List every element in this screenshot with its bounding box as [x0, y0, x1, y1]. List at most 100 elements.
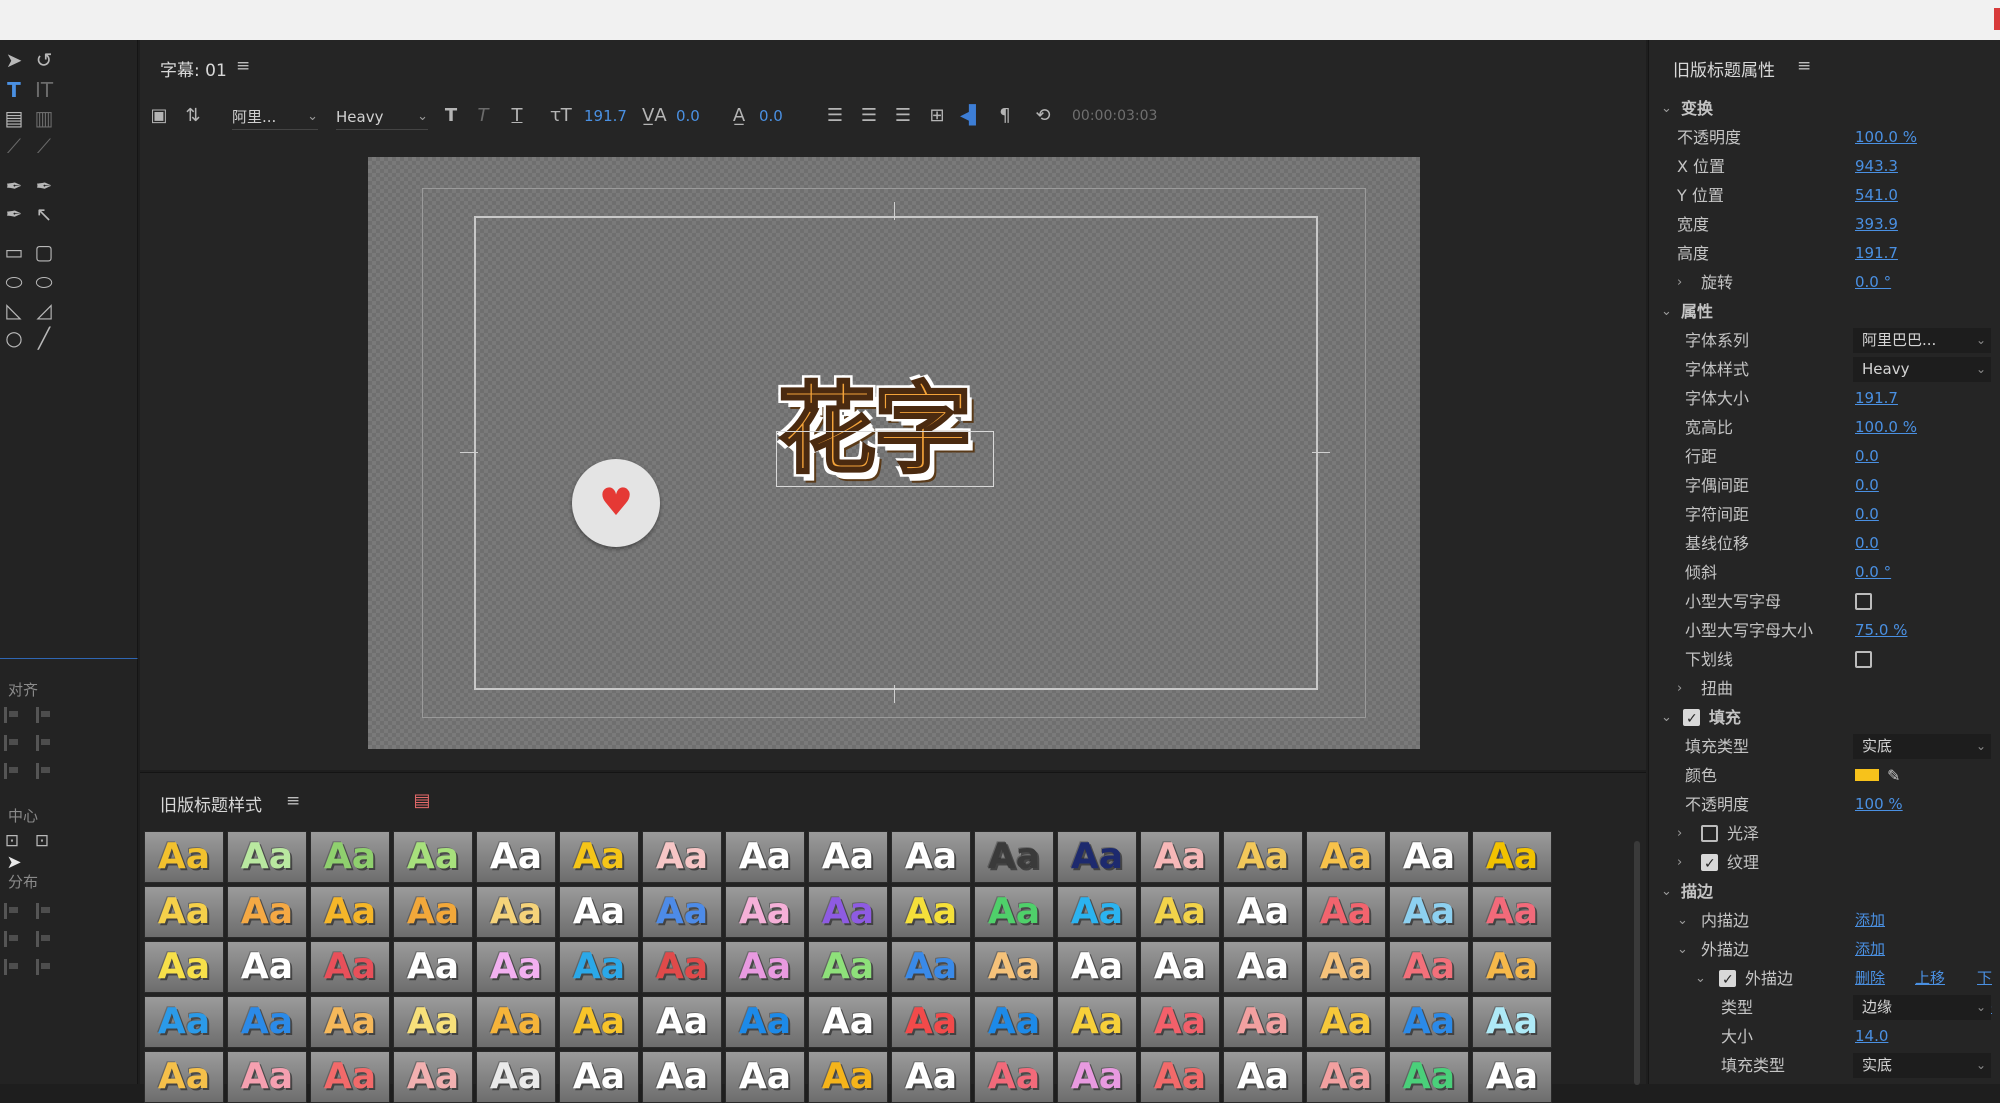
style-swatch[interactable]: Aa: [1140, 886, 1220, 938]
style-swatch[interactable]: Aa: [1140, 1051, 1220, 1103]
style-swatch[interactable]: Aa: [1472, 941, 1552, 993]
section-transform[interactable]: ⌄ 变换: [1649, 94, 2000, 123]
new-title-icon[interactable]: ▣: [148, 106, 170, 126]
align-right-icon[interactable]: [4, 763, 20, 779]
style-swatch[interactable]: Aa: [559, 886, 639, 938]
style-swatch[interactable]: Aa: [974, 941, 1054, 993]
style-swatch[interactable]: Aa: [974, 831, 1054, 883]
fill-type-dropdown[interactable]: 实底 ⌄: [1853, 734, 1991, 759]
font-family-dropdown[interactable]: 阿里巴巴... ⌄: [1853, 328, 1991, 353]
align-center-text-icon[interactable]: ☰: [858, 106, 880, 126]
style-swatch[interactable]: Aa: [559, 831, 639, 883]
add-outer-stroke-link[interactable]: 添加: [1855, 935, 1885, 964]
style-swatch[interactable]: Aa: [1140, 831, 1220, 883]
kerning-value[interactable]: 0.0: [676, 102, 700, 130]
style-swatch[interactable]: Aa: [227, 941, 307, 993]
distribute-top-icon[interactable]: [36, 903, 52, 919]
style-swatch[interactable]: Aa: [974, 1051, 1054, 1103]
style-swatch[interactable]: Aa: [227, 886, 307, 938]
style-swatch[interactable]: Aa: [808, 996, 888, 1048]
italic-icon[interactable]: T: [472, 106, 494, 126]
style-swatch[interactable]: Aa: [1472, 886, 1552, 938]
pen-tool-icon[interactable]: ✒: [2, 174, 26, 198]
aspect-value[interactable]: 100.0 %: [1855, 413, 1917, 442]
smallcaps-checkbox[interactable]: [1855, 593, 1872, 610]
align-bottom-icon[interactable]: [36, 763, 52, 779]
style-swatch[interactable]: Aa: [559, 1051, 639, 1103]
style-swatch[interactable]: Aa: [1057, 941, 1137, 993]
sync-timecode-icon[interactable]: ⟲: [1032, 106, 1054, 126]
style-swatch[interactable]: Aa: [1140, 941, 1220, 993]
clipped-corner-rectangle-tool-icon[interactable]: ⬭: [2, 270, 26, 294]
align-center-h-icon[interactable]: [4, 735, 20, 751]
height-value[interactable]: 191.7: [1855, 239, 1898, 268]
section-attributes[interactable]: ⌄ 属性: [1649, 297, 2000, 326]
style-swatch[interactable]: Aa: [891, 886, 971, 938]
align-center-v-icon[interactable]: [36, 735, 52, 751]
style-swatch[interactable]: Aa: [476, 996, 556, 1048]
style-swatch[interactable]: Aa: [642, 941, 722, 993]
tracking-value[interactable]: 0.0: [1855, 500, 1879, 529]
underline-checkbox[interactable]: [1855, 651, 1872, 668]
prop-row-rotation[interactable]: › 旋转 0.0 °: [1649, 268, 2000, 297]
style-swatch[interactable]: Aa: [393, 886, 473, 938]
path-type-tool-icon[interactable]: ⟋: [2, 134, 26, 158]
style-swatch[interactable]: Aa: [1223, 1051, 1303, 1103]
style-swatch[interactable]: Aa: [1140, 996, 1220, 1048]
style-swatch[interactable]: Aa: [1389, 941, 1469, 993]
style-swatch[interactable]: Aa: [144, 831, 224, 883]
distribute-center-v-icon[interactable]: [36, 931, 52, 947]
style-swatch[interactable]: Aa: [642, 886, 722, 938]
line-tool-icon[interactable]: ╱: [32, 326, 56, 350]
style-swatch[interactable]: Aa: [891, 996, 971, 1048]
arc-tool-icon[interactable]: ◿: [32, 298, 56, 322]
style-swatch[interactable]: Aa: [1472, 831, 1552, 883]
align-left-icon[interactable]: [4, 707, 20, 723]
prop-row-inner-stroke[interactable]: ⌄ 内描边 添加: [1649, 906, 2000, 935]
leading-value[interactable]: 0.0: [759, 102, 783, 130]
style-swatch[interactable]: Aa: [559, 996, 639, 1048]
add-inner-stroke-link[interactable]: 添加: [1855, 906, 1885, 935]
center-vertical-icon[interactable]: ⊡: [30, 829, 54, 853]
paragraph-icon[interactable]: ¶: [994, 106, 1016, 126]
rounded-rectangle-tool-icon[interactable]: ▢: [32, 240, 56, 264]
style-swatch[interactable]: Aa: [1389, 831, 1469, 883]
style-swatch[interactable]: Aa: [891, 941, 971, 993]
style-swatch[interactable]: Aa: [808, 831, 888, 883]
style-swatch[interactable]: Aa: [310, 941, 390, 993]
underline-icon[interactable]: T: [506, 106, 528, 126]
center-horizontal-icon[interactable]: ⊡: [0, 829, 24, 853]
style-library-icon[interactable]: ▤: [410, 789, 434, 813]
sheen-checkbox[interactable]: [1701, 825, 1718, 842]
style-swatch[interactable]: Aa: [974, 996, 1054, 1048]
vertical-area-type-tool-icon[interactable]: ▥: [32, 106, 56, 130]
styles-scrollbar[interactable]: [1634, 841, 1640, 1085]
slant-value[interactable]: 0.0 °: [1855, 558, 1891, 587]
style-swatch[interactable]: Aa: [974, 886, 1054, 938]
style-swatch[interactable]: Aa: [891, 1051, 971, 1103]
style-swatch[interactable]: Aa: [1057, 1051, 1137, 1103]
style-swatch[interactable]: Aa: [559, 941, 639, 993]
style-swatch[interactable]: Aa: [393, 831, 473, 883]
style-swatch[interactable]: Aa: [476, 831, 556, 883]
style-swatch[interactable]: Aa: [476, 1051, 556, 1103]
baseline-value[interactable]: 0.0: [1855, 529, 1879, 558]
background-timecode[interactable]: 00:00:03:03: [1072, 102, 1157, 130]
style-swatch[interactable]: Aa: [144, 941, 224, 993]
style-swatch[interactable]: Aa: [1306, 831, 1386, 883]
font-size-value[interactable]: 191.7: [584, 102, 627, 130]
ellipse-tool-icon[interactable]: ○: [2, 326, 26, 350]
style-swatch[interactable]: Aa: [642, 1051, 722, 1103]
style-swatch[interactable]: Aa: [1057, 996, 1137, 1048]
style-swatch[interactable]: Aa: [144, 1051, 224, 1103]
editor-panel-menu-icon[interactable]: ≡: [236, 56, 250, 76]
style-swatch[interactable]: Aa: [725, 1051, 805, 1103]
bold-icon[interactable]: T: [440, 106, 462, 126]
prop-row-sheen[interactable]: › 光泽: [1649, 819, 2000, 848]
y-position-value[interactable]: 541.0: [1855, 181, 1898, 210]
style-swatch[interactable]: Aa: [1389, 996, 1469, 1048]
style-swatch[interactable]: Aa: [1306, 1051, 1386, 1103]
rotation-value[interactable]: 0.0 °: [1855, 268, 1891, 297]
prop-row-texture[interactable]: › 纹理: [1649, 848, 2000, 879]
style-swatch[interactable]: Aa: [725, 996, 805, 1048]
